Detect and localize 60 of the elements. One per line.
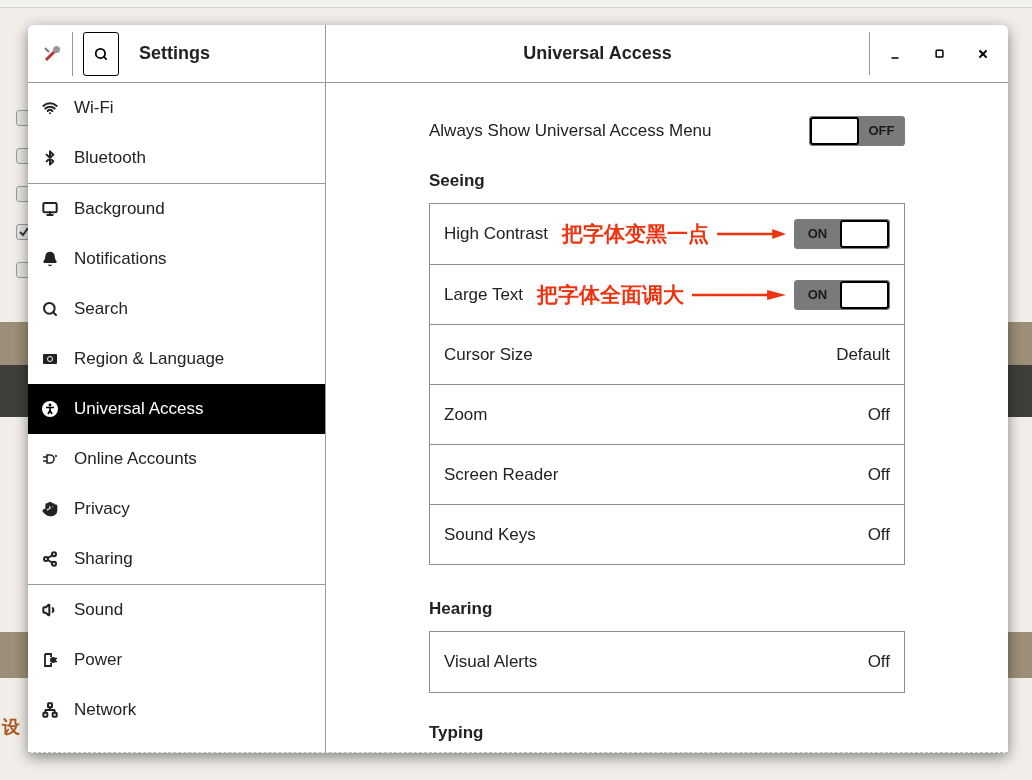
plug-icon (42, 451, 58, 467)
search-button[interactable] (83, 31, 119, 76)
row-label: Visual Alerts (444, 651, 538, 674)
flag-icon (42, 351, 58, 367)
accessibility-icon (42, 401, 58, 417)
row-value: Off (867, 403, 890, 426)
toggle-switch[interactable]: OFF (809, 116, 905, 146)
row-label: Zoom (444, 403, 488, 426)
sidebar-item[interactable]: Sharing (28, 534, 325, 584)
settings-row[interactable]: High Contrast 把字体变黑一点 ON (430, 204, 904, 264)
row-value: Default (836, 343, 890, 366)
sidebar-item[interactable]: Wi-Fi (28, 83, 325, 133)
page-text: 设 (2, 718, 20, 736)
sidebar-title: Settings (139, 42, 210, 65)
section-heading: Seeing (429, 171, 486, 191)
row-value: Off (867, 523, 890, 546)
network-icon (42, 702, 58, 718)
section-heading: Hearing (429, 599, 494, 619)
annotation-text: 把字体变黑一点 (561, 221, 709, 248)
option-label: Always Show Universal Access Menu (429, 120, 712, 143)
sidebar-item[interactable]: Power (28, 635, 325, 685)
settings-row[interactable]: Visual Alerts Off (430, 632, 904, 692)
row-label: Screen Reader (444, 463, 559, 486)
toggle-switch[interactable]: ON (794, 279, 890, 310)
row-label: Cursor Size (444, 343, 533, 366)
window-title: Universal Access (523, 42, 672, 65)
bell-icon (42, 251, 58, 267)
arrow-icon (692, 288, 786, 301)
monitor-icon (42, 201, 58, 217)
settings-row[interactable]: Screen Reader Off (430, 444, 904, 504)
settings-row[interactable]: Zoom Off (430, 384, 904, 444)
sidebar-item[interactable]: Background (28, 184, 325, 234)
row-label: High Contrast (444, 223, 548, 246)
sidebar-item[interactable]: Online Accounts (28, 434, 325, 484)
close-icon (977, 47, 989, 60)
sidebar-item[interactable]: Sound (28, 585, 325, 635)
settings-row[interactable]: Sound Keys Off (430, 504, 904, 564)
search-icon (42, 301, 58, 317)
sidebar-item[interactable]: Privacy (28, 484, 325, 534)
section-heading: Typing (429, 723, 485, 743)
sidebar-item[interactable]: Search (28, 284, 325, 334)
settings-row[interactable]: Cursor Size Default (430, 324, 904, 384)
search-icon (94, 46, 108, 61)
sidebar-item[interactable]: Universal Access (28, 384, 325, 434)
sidebar-item[interactable]: Notifications (28, 234, 325, 284)
sidebar-item[interactable]: Bluetooth (28, 133, 325, 183)
toggle-switch[interactable]: ON (794, 219, 890, 249)
sidebar-item[interactable]: Region & Language (28, 334, 325, 384)
row-label: Sound Keys (444, 523, 536, 546)
settings-row[interactable]: Large Text 把字体全面调大 ON (430, 264, 904, 324)
power-plug-icon (42, 652, 58, 668)
sidebar-item[interactable]: Network (28, 685, 325, 735)
annotation-text: 把字体全面调大 (537, 281, 685, 308)
arrow-icon (716, 228, 786, 240)
row-value: Off (867, 463, 890, 486)
row-value: Off (867, 651, 890, 674)
maximize-icon (934, 49, 944, 58)
row-label: Large Text (444, 283, 524, 306)
wifi-icon (42, 100, 58, 116)
share-icon (42, 551, 58, 567)
